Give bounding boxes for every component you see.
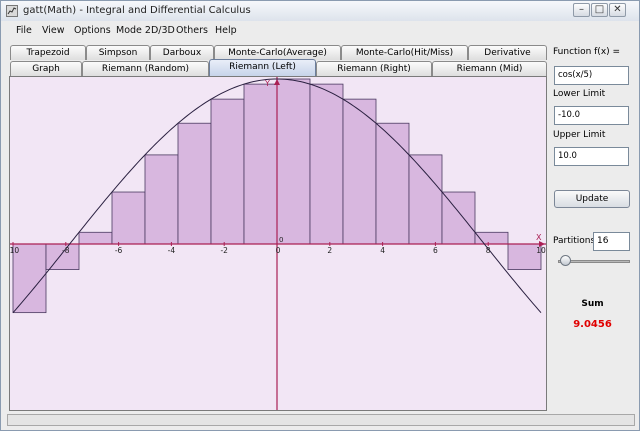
tab-derivative[interactable]: Derivative xyxy=(468,45,547,60)
sum-label: Sum xyxy=(581,299,604,309)
tab-monte-carlo-average[interactable]: Monte-Carlo(Average) xyxy=(214,45,341,60)
riemann-rect xyxy=(243,83,278,245)
y-axis-label: Y xyxy=(264,79,270,88)
partitions-input[interactable]: 16 xyxy=(593,232,630,251)
tab-riemann-mid[interactable]: Riemann (Mid) xyxy=(432,61,547,76)
upper-limit-input[interactable]: 10.0 xyxy=(554,147,629,166)
x-tick-label: 4 xyxy=(380,246,385,255)
menu-view[interactable]: View xyxy=(42,25,65,36)
riemann-rect xyxy=(375,122,410,245)
partitions-slider-thumb[interactable] xyxy=(560,255,571,266)
riemann-rect xyxy=(441,191,476,245)
sum-value: 9.0456 xyxy=(573,319,612,330)
x-tick-label: 10 xyxy=(536,246,546,255)
tab-riemann-left[interactable]: Riemann (Left) xyxy=(209,59,316,76)
menu-mode[interactable]: Mode 2D/3D xyxy=(116,25,175,36)
riemann-rect xyxy=(342,98,377,245)
window-title: gatt(Math) - Integral and Differential C… xyxy=(23,5,251,16)
function-label: Function f(x) = xyxy=(553,47,621,57)
x-tick-label: 0 xyxy=(276,246,281,255)
riemann-rect xyxy=(408,154,443,245)
x-axis-label: X xyxy=(536,233,542,242)
maximize-icon[interactable]: □ xyxy=(591,3,608,17)
update-button[interactable]: Update xyxy=(554,190,630,208)
riemann-chart: -10 -8 -6 -4 -2 2 4 6 8 10 0 0 -1 X Y xyxy=(10,77,546,411)
riemann-rect xyxy=(276,78,311,245)
riemann-rect xyxy=(111,191,146,245)
menu-others[interactable]: Others xyxy=(176,25,208,36)
x-tick-label: -6 xyxy=(115,246,123,255)
tab-simpson[interactable]: Simpson xyxy=(86,45,150,60)
riemann-rect xyxy=(210,98,245,245)
riemann-rect xyxy=(309,83,344,245)
riemann-rect xyxy=(78,231,113,245)
close-icon[interactable]: ✕ xyxy=(609,3,626,17)
tab-graph[interactable]: Graph xyxy=(10,61,82,76)
x-tick-label: 6 xyxy=(433,246,438,255)
lower-limit-label: Lower Limit xyxy=(553,89,606,99)
upper-limit-label: Upper Limit xyxy=(553,130,606,140)
menu-bar: File View Options Mode 2D/3D Others Help xyxy=(1,21,639,40)
x-tick-label: -2 xyxy=(220,246,228,255)
menu-file[interactable]: File xyxy=(16,25,32,36)
app-window: gatt(Math) - Integral and Differential C… xyxy=(0,0,640,431)
x-tick-label: -10 xyxy=(10,246,19,255)
control-panel: Function f(x) = cos(x/5) Lower Limit -10… xyxy=(550,42,639,412)
tab-riemann-random[interactable]: Riemann (Random) xyxy=(82,61,209,76)
x-tick-label: -4 xyxy=(168,246,176,255)
lower-limit-input[interactable]: -10.0 xyxy=(554,106,629,125)
y-tick-label: -1 xyxy=(279,410,286,411)
tab-darboux[interactable]: Darboux xyxy=(150,45,214,60)
tab-trapezoid[interactable]: Trapezoid xyxy=(10,45,86,60)
tab-monte-carlo-hit-miss[interactable]: Monte-Carlo(Hit/Miss) xyxy=(341,45,468,60)
menu-help[interactable]: Help xyxy=(215,25,237,36)
y-tick-label: 0 xyxy=(279,236,283,244)
app-chart-icon xyxy=(6,5,18,17)
function-input[interactable]: cos(x/5) xyxy=(554,66,629,85)
x-tick-label: 2 xyxy=(327,246,332,255)
status-bar xyxy=(7,414,635,426)
menu-options[interactable]: Options xyxy=(74,25,111,36)
x-tick-label: 8 xyxy=(486,246,491,255)
title-bar: gatt(Math) - Integral and Differential C… xyxy=(1,1,639,22)
partitions-label: Partitions xyxy=(553,236,596,246)
riemann-rect xyxy=(144,154,179,245)
minimize-icon[interactable]: – xyxy=(573,3,590,17)
riemann-rect xyxy=(177,122,212,245)
tab-riemann-right[interactable]: Riemann (Right) xyxy=(316,61,432,76)
x-tick-label: -8 xyxy=(62,246,70,255)
plot-area[interactable]: -10 -8 -6 -4 -2 2 4 6 8 10 0 0 -1 X Y xyxy=(9,76,547,411)
